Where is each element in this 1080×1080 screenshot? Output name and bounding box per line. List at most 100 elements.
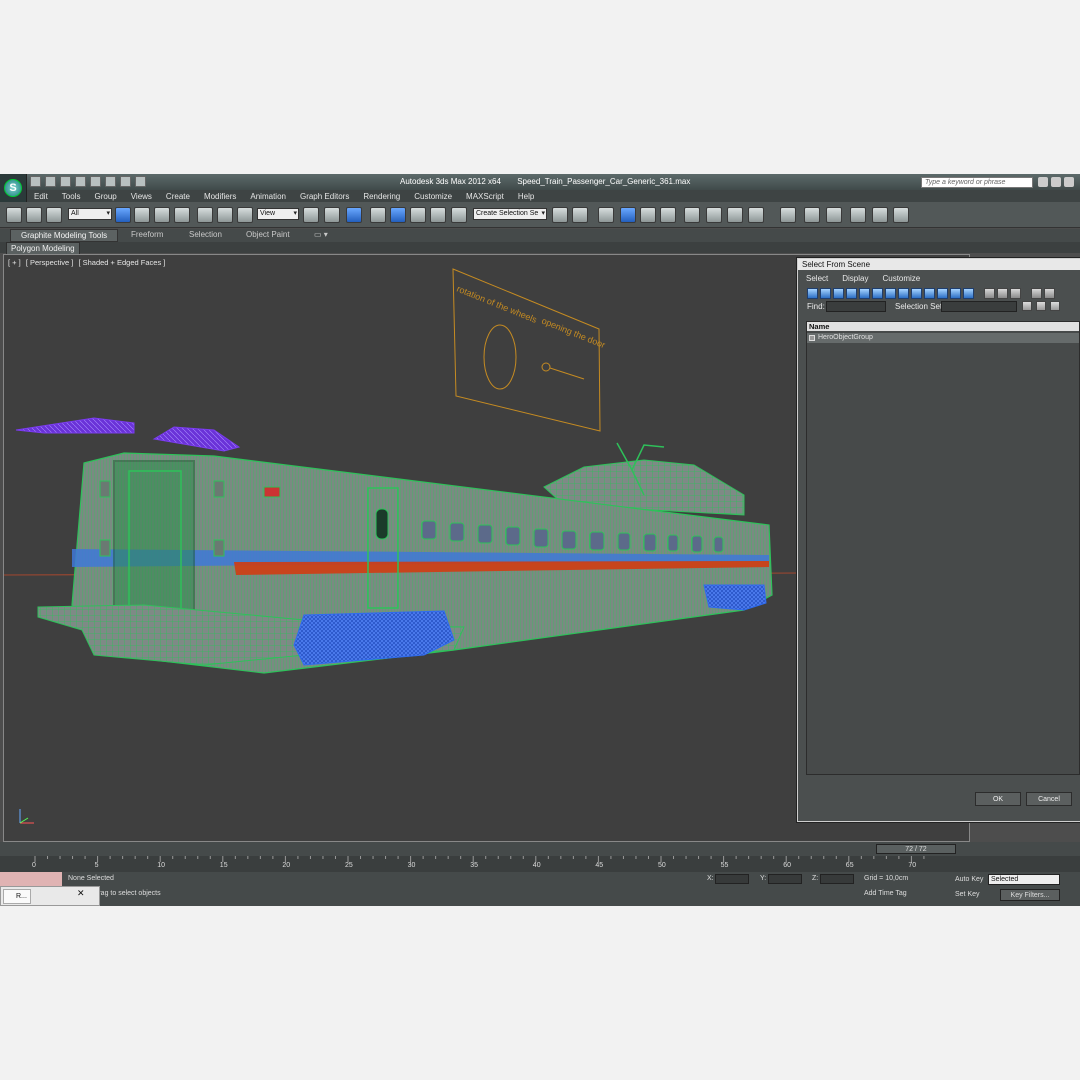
dialog-menu-customize[interactable]: Customize xyxy=(882,274,920,283)
dialog-title[interactable]: Select From Scene xyxy=(798,259,1080,270)
viewport-label[interactable]: [ + ] [ Perspective ] [ Shaded + Edged F… xyxy=(8,258,168,267)
display-all-icon[interactable] xyxy=(963,287,974,299)
new-file-icon[interactable] xyxy=(30,176,41,187)
search-input[interactable]: Type a keyword or phrase xyxy=(921,177,1033,188)
viewport-menu-plus[interactable]: [ + ] xyxy=(8,258,21,267)
rendered-frame-icon[interactable] xyxy=(727,207,743,223)
undo-icon[interactable] xyxy=(75,176,86,187)
spinner-snap-icon[interactable] xyxy=(430,207,446,223)
redo-icon[interactable] xyxy=(90,176,101,187)
y-coordinate-field[interactable] xyxy=(768,874,802,884)
display-groups-icon[interactable] xyxy=(885,287,896,299)
favorites-icon[interactable] xyxy=(1064,177,1074,187)
select-by-name-icon[interactable] xyxy=(134,207,150,223)
select-link-icon[interactable] xyxy=(6,207,22,223)
z-coordinate-field[interactable] xyxy=(820,874,854,884)
display-shapes-icon[interactable] xyxy=(820,287,831,299)
display-space-warps-icon[interactable] xyxy=(872,287,883,299)
window-crossing-icon[interactable] xyxy=(174,207,190,223)
maxscript-listener[interactable] xyxy=(0,872,62,886)
extra-tool-icon-2[interactable] xyxy=(804,207,820,223)
select-none-icon[interactable] xyxy=(997,287,1008,299)
filter-options-icon[interactable] xyxy=(1044,287,1055,299)
column-header-name[interactable]: Name xyxy=(807,322,1079,331)
cancel-button[interactable]: Cancel xyxy=(1026,792,1072,806)
display-bones-icon[interactable] xyxy=(911,287,922,299)
reference-coordinate-dropdown[interactable]: View xyxy=(257,208,299,220)
display-cameras-icon[interactable] xyxy=(846,287,857,299)
menu-rendering[interactable]: Rendering xyxy=(356,192,407,201)
save-file-icon[interactable] xyxy=(60,176,71,187)
select-all-icon[interactable] xyxy=(984,287,995,299)
menu-create[interactable]: Create xyxy=(159,192,197,201)
ok-button[interactable]: OK xyxy=(975,792,1021,806)
rectangular-selection-icon[interactable] xyxy=(154,207,170,223)
menu-edit[interactable]: Edit xyxy=(27,192,55,201)
edit-named-selection-icon[interactable] xyxy=(451,207,467,223)
list-item[interactable]: HeroObjectGroup xyxy=(807,333,1079,343)
open-file-icon[interactable] xyxy=(45,176,56,187)
close-icon[interactable]: ✕ xyxy=(77,888,85,899)
tab-selection[interactable]: Selection xyxy=(189,230,222,239)
key-filters-button[interactable]: Key Filters... xyxy=(1000,889,1060,901)
binoculars-icon[interactable] xyxy=(1038,177,1048,187)
add-time-tag-button[interactable]: Add Time Tag xyxy=(864,890,907,897)
tab-graphite-modeling-tools[interactable]: Graphite Modeling Tools xyxy=(10,229,119,242)
filter-icon[interactable] xyxy=(1031,287,1042,299)
dialog-menu-display[interactable]: Display xyxy=(842,274,868,283)
comm-center-icon[interactable] xyxy=(1051,177,1061,187)
bind-space-warp-icon[interactable] xyxy=(46,207,62,223)
move-icon[interactable] xyxy=(197,207,213,223)
viewport-shading-mode[interactable]: [ Shaded + Edged Faces ] xyxy=(78,258,165,267)
menu-group[interactable]: Group xyxy=(87,192,123,201)
selection-set-add-icon[interactable] xyxy=(1022,301,1032,311)
menu-graph-editors[interactable]: Graph Editors xyxy=(293,192,356,201)
render-production-icon[interactable] xyxy=(748,207,764,223)
extra-tool-icon-4[interactable] xyxy=(850,207,866,223)
task-button[interactable]: R... xyxy=(3,889,31,904)
display-frozen-icon[interactable] xyxy=(937,287,948,299)
keyboard-shortcut-icon[interactable] xyxy=(346,207,362,223)
set-key-button[interactable]: Set Key xyxy=(955,889,987,901)
tab-object-paint[interactable]: Object Paint xyxy=(246,230,290,239)
selection-set-remove-icon[interactable] xyxy=(1036,301,1046,311)
auto-key-button[interactable]: Auto Key xyxy=(955,874,987,886)
menu-views[interactable]: Views xyxy=(124,192,159,201)
display-geometry-icon[interactable] xyxy=(807,287,818,299)
material-editor-icon[interactable] xyxy=(684,207,700,223)
snaps-toggle-icon[interactable] xyxy=(370,207,386,223)
unlink-icon[interactable] xyxy=(26,207,42,223)
selection-filter-dropdown[interactable]: All xyxy=(68,208,112,220)
menu-help[interactable]: Help xyxy=(511,192,541,201)
extra-tool-icon-6[interactable] xyxy=(893,207,909,223)
hold-icon[interactable] xyxy=(105,176,116,187)
track-bar[interactable]: 0 5 10 15 20 25 30 35 40 45 50 55 60 65 70 xyxy=(0,856,1080,872)
select-object-icon[interactable] xyxy=(115,207,131,223)
menu-tools[interactable]: Tools xyxy=(55,192,88,201)
display-helpers-icon[interactable] xyxy=(859,287,870,299)
menu-modifiers[interactable]: Modifiers xyxy=(197,192,243,201)
render-setup-icon[interactable] xyxy=(706,207,722,223)
find-input[interactable] xyxy=(826,301,886,312)
select-manipulate-icon[interactable] xyxy=(324,207,340,223)
layer-manager-icon[interactable] xyxy=(598,207,614,223)
selection-set-edit-icon[interactable] xyxy=(1050,301,1060,311)
dialog-menu-select[interactable]: Select xyxy=(806,274,828,283)
pivot-center-icon[interactable] xyxy=(303,207,319,223)
application-button[interactable]: S xyxy=(0,174,27,202)
menu-customize[interactable]: Customize xyxy=(407,192,459,201)
align-icon[interactable] xyxy=(572,207,588,223)
mirror-icon[interactable] xyxy=(552,207,568,223)
display-hidden-icon[interactable] xyxy=(950,287,961,299)
scene-object-list[interactable]: Name HeroObjectGroup xyxy=(806,321,1080,775)
display-containers-icon[interactable] xyxy=(924,287,935,299)
angle-snap-icon[interactable] xyxy=(390,207,406,223)
menu-maxscript[interactable]: MAXScript xyxy=(459,192,511,201)
selection-set-dropdown[interactable] xyxy=(941,301,1017,312)
project-folder-icon[interactable] xyxy=(135,176,146,187)
viewport-point-of-view[interactable]: [ Perspective ] xyxy=(26,258,74,267)
ribbon-options-icon[interactable]: ▭ ▾ xyxy=(314,230,328,239)
percent-snap-icon[interactable] xyxy=(410,207,426,223)
named-selection-dropdown[interactable]: Create Selection Se xyxy=(473,208,547,220)
schematic-view-icon[interactable] xyxy=(660,207,676,223)
